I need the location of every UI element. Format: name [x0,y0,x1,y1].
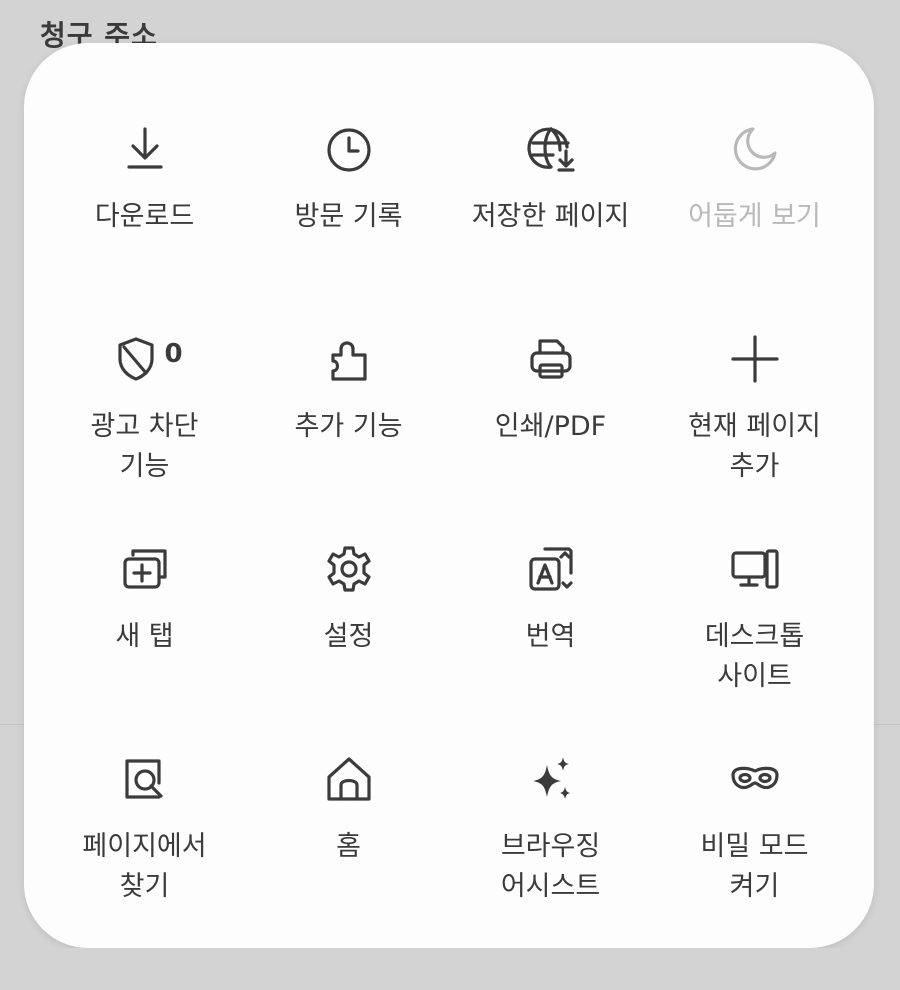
menu-item-label: 홈 [336,831,361,862]
download-icon [117,121,173,177]
menu-item-add-ons[interactable]: 추가 기능 [246,331,451,447]
quick-menu-panel: 다운로드 방문 기록 저장한 페이지 어둡게 보기 0 광고 차단 기능 추가 … [24,43,874,948]
gear-icon [321,541,377,597]
menu-item-history[interactable]: 방문 기록 [246,121,451,237]
menu-item-ad-block[interactable]: 0 광고 차단 기능 [42,331,247,487]
menu-item-label: 비밀 모드 켜기 [700,831,809,902]
menu-item-secret-mode[interactable]: 비밀 모드 켜기 [652,751,857,907]
menu-item-label: 어둡게 보기 [688,201,821,232]
shield-icon: 0 [117,331,183,387]
menu-item-label: 데스크톱 사이트 [704,621,805,692]
menu-item-desktop-site[interactable]: 데스크톱 사이트 [652,541,857,697]
menu-item-label: 현재 페이지 추가 [688,411,821,482]
menu-item-settings[interactable]: 설정 [246,541,451,657]
printer-icon [523,331,579,387]
mask-icon [727,751,783,807]
home-icon [321,751,377,807]
menu-item-downloads[interactable]: 다운로드 [42,121,247,237]
plus-icon [727,331,783,387]
menu-item-label: 인쇄/PDF [494,411,607,442]
menu-item-label: 번역 [525,621,576,652]
menu-item-label: 설정 [323,621,374,652]
menu-item-label: 다운로드 [94,201,195,232]
menu-item-print-pdf[interactable]: 인쇄/PDF [448,331,653,447]
menu-item-label: 추가 기능 [294,411,403,442]
menu-item-label: 새 탭 [115,621,174,652]
globe-download-icon [523,121,579,177]
menu-item-dark-mode[interactable]: 어둡게 보기 [652,121,857,237]
sparkle-icon [523,751,579,807]
new-tab-icon [117,541,173,597]
moon-icon [727,121,783,177]
menu-item-saved-pages[interactable]: 저장한 페이지 [448,121,653,237]
background-bottom-area [0,948,900,990]
menu-item-new-tab[interactable]: 새 탭 [42,541,247,657]
menu-item-label: 광고 차단 기능 [90,411,199,482]
menu-item-label: 페이지에서 찾기 [82,831,207,902]
menu-item-label: 브라우징 어시스트 [500,831,601,902]
ad-block-count-badge: 0 [164,339,183,369]
menu-item-find-in-page[interactable]: 페이지에서 찾기 [42,751,247,907]
puzzle-icon [321,331,377,387]
menu-item-home[interactable]: 홈 [246,751,451,867]
menu-item-translate[interactable]: 번역 [448,541,653,657]
quick-menu-grid: 다운로드 방문 기록 저장한 페이지 어둡게 보기 0 광고 차단 기능 추가 … [24,43,874,948]
menu-item-browsing-assist[interactable]: 브라우징 어시스트 [448,751,653,907]
menu-item-label: 방문 기록 [294,201,403,232]
translate-icon [523,541,579,597]
clock-icon [321,121,377,177]
find-in-page-icon [117,751,173,807]
desktop-icon [727,541,783,597]
menu-item-add-current-page[interactable]: 현재 페이지 추가 [652,331,857,487]
menu-item-label: 저장한 페이지 [471,201,630,232]
